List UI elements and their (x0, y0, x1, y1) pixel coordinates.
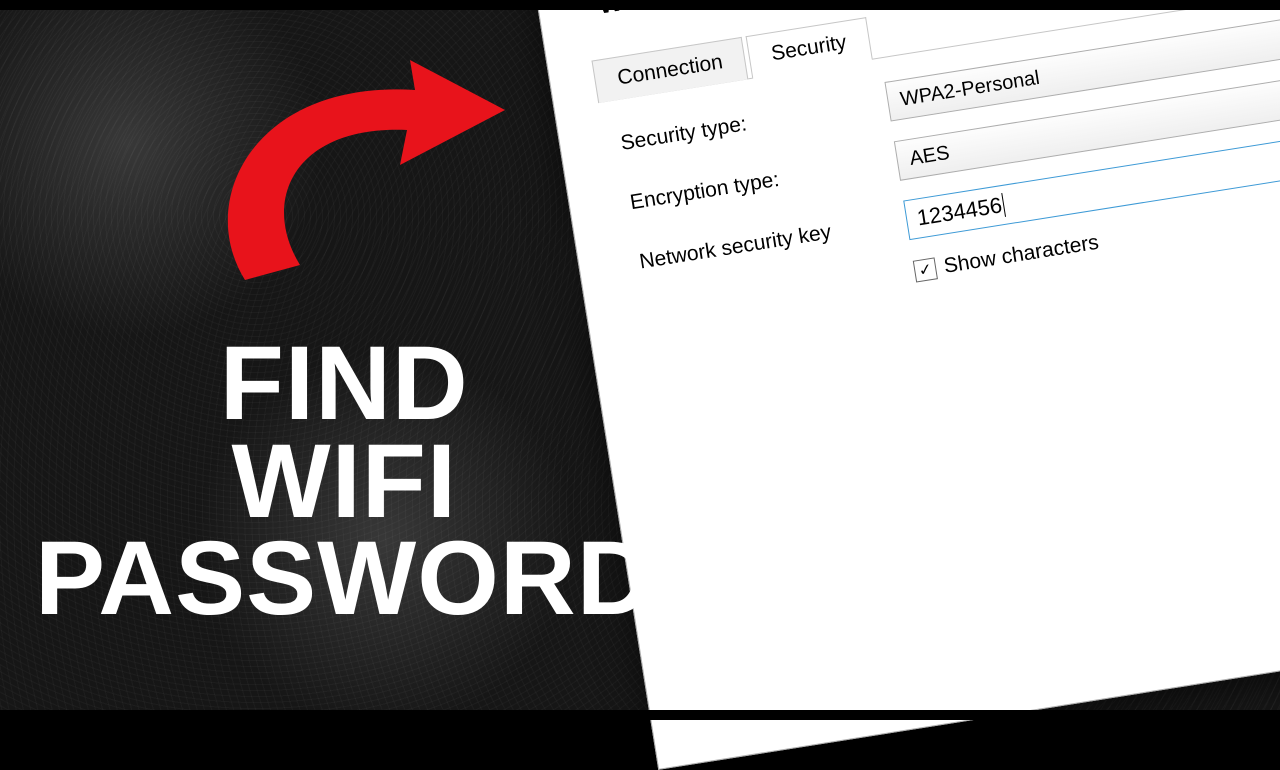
checkbox-show-characters[interactable]: ✓ (913, 257, 938, 282)
red-arrow-icon (185, 40, 585, 300)
tab-security-label: Security (770, 31, 849, 66)
tab-connection-label: Connection (616, 50, 725, 89)
select-security-type-value: WPA2-Personal (899, 66, 1042, 111)
letterbox-top (0, 0, 1280, 10)
checkbox-show-characters-label: Show characters (942, 231, 1100, 279)
input-network-security-key-value: 1234456 (915, 192, 1004, 231)
tab-security[interactable]: Security (745, 17, 872, 79)
label-security-type: Security type: (619, 90, 889, 156)
label-encryption-type: Encryption type: (628, 149, 898, 215)
overlay-caption: FIND WIFI PASSWORD (35, 335, 654, 628)
label-network-security-key: Network security key (638, 208, 908, 274)
letterbox-bottom (0, 710, 1280, 720)
select-encryption-type-value: AES (908, 141, 951, 170)
tab-connection[interactable]: Connection (591, 37, 748, 103)
